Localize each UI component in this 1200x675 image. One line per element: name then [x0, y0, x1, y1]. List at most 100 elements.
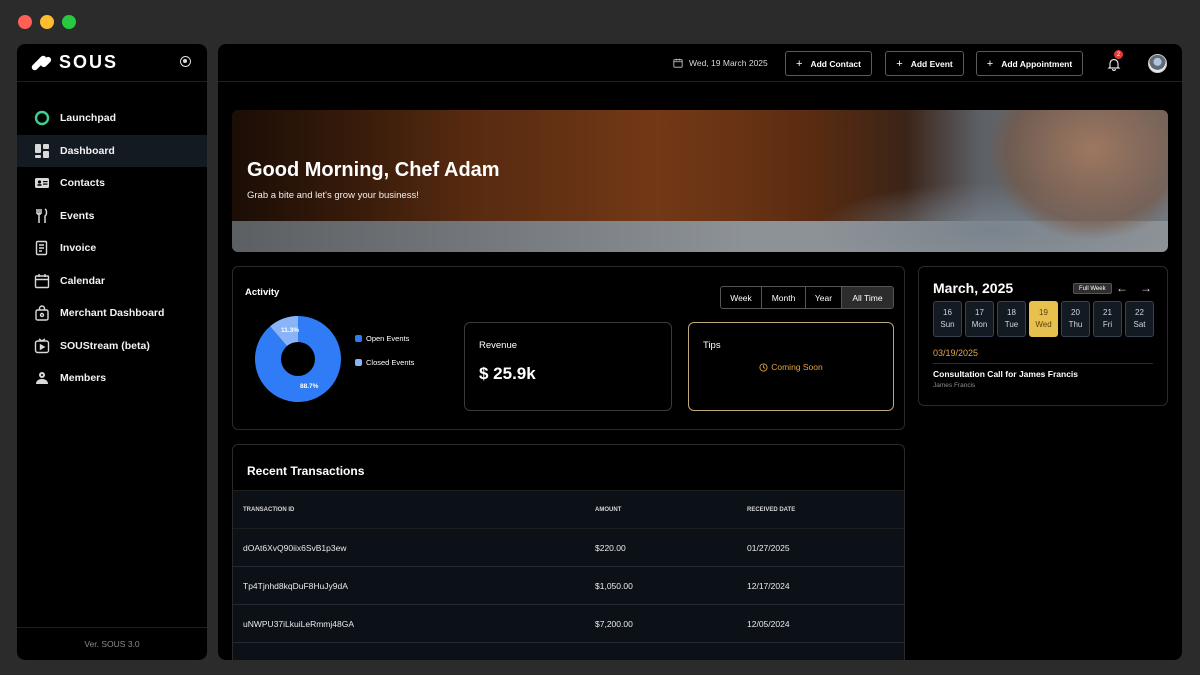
- range-week[interactable]: Week: [721, 287, 762, 308]
- hero-banner: Good Morning, Chef Adam Grab a bite and …: [232, 110, 1168, 252]
- sidebar-item-dashboard[interactable]: Dashboard: [17, 134, 207, 167]
- sidebar-item-label: SOUStream (beta): [60, 339, 150, 352]
- tips-status-text: Coming Soon: [771, 362, 823, 372]
- window-minimize-dot[interactable]: [40, 15, 54, 29]
- add-contact-label: Add Contact: [810, 58, 861, 69]
- tips-status: Coming Soon: [689, 362, 893, 372]
- stream-icon: [34, 338, 50, 354]
- legend-label-closed: Closed Events: [366, 358, 415, 367]
- date-cell: 12/05/2024: [747, 619, 790, 629]
- plus-icon: +: [986, 57, 994, 70]
- logo-row: SOUS: [17, 44, 207, 82]
- user-avatar[interactable]: [1148, 54, 1167, 73]
- add-appointment-label: Add Appointment: [1001, 58, 1073, 69]
- utensils-icon: [34, 208, 50, 224]
- main-content: Wed, 19 March 2025 + Add Contact + Add E…: [218, 44, 1182, 660]
- event-title[interactable]: Consultation Call for James Francis: [933, 369, 1078, 379]
- prev-week-arrow-icon[interactable]: ←: [1116, 281, 1128, 295]
- tips-label: Tips: [703, 340, 721, 351]
- day-22[interactable]: 22 Sat: [1125, 301, 1154, 337]
- divider: [933, 363, 1153, 364]
- app-version: Ver. SOUS 3.0: [17, 627, 207, 660]
- sidebar-item-events[interactable]: Events: [17, 200, 207, 233]
- legend-swatch-open: [355, 335, 362, 342]
- day-18[interactable]: 18 Tue: [997, 301, 1026, 337]
- sidebar-item-calendar[interactable]: Calendar: [17, 265, 207, 298]
- calendar-card: March, 2025 Full Week ← → 16 Sun 17 Mon 18…: [918, 266, 1168, 406]
- day-name: Mon: [971, 320, 988, 329]
- day-20[interactable]: 20 Thu: [1061, 301, 1090, 337]
- window-close-dot[interactable]: [18, 15, 32, 29]
- pie-label-closed: 11.3%: [281, 327, 299, 334]
- transaction-id-cell: uNWPU37iLkuiLeRmmj48GA: [243, 619, 355, 629]
- add-event-button[interactable]: + Add Event: [885, 51, 964, 76]
- sidebar-item-soustream[interactable]: SOUStream (beta): [17, 330, 207, 363]
- table-row[interactable]: dOAt6XvQ90iix6SvB1p3ew $220.00 01/27/202…: [233, 529, 904, 567]
- sidebar-item-members[interactable]: Members: [17, 362, 207, 395]
- activity-card: Activity Week Month Year All Time 11.3% …: [232, 266, 905, 430]
- table-row[interactable]: uNWPU37iLkuiLeRmmj48GA $7,200.00 12/05/2…: [233, 605, 904, 643]
- sidebar-item-label: Members: [60, 372, 107, 385]
- table-header: TRANSACTION ID AMOUNT RECEIVED DATE: [233, 490, 904, 529]
- day-16[interactable]: 16 Sun: [933, 301, 962, 337]
- sidebar-item-label: Contacts: [60, 177, 105, 190]
- table-row[interactable]: Tp4Tjnhd8kqDuF8HuJy9dA $1,050.00 12/17/2…: [233, 567, 904, 605]
- range-month[interactable]: Month: [762, 287, 806, 308]
- plus-icon: +: [796, 57, 803, 70]
- current-date-text: Wed, 19 March 2025: [689, 58, 768, 68]
- amount-cell: $1,050.00: [595, 581, 633, 591]
- day-name: Wed: [1035, 320, 1052, 329]
- current-date: Wed, 19 March 2025: [673, 58, 768, 68]
- transactions-title: Recent Transactions: [247, 464, 365, 478]
- transaction-id-cell: Tp4Tjnhd8kqDuF8HuJy9dA: [243, 581, 348, 591]
- recent-transactions-card: Recent Transactions TRANSACTION ID AMOUN…: [232, 444, 905, 660]
- window-maximize-dot[interactable]: [62, 15, 76, 29]
- sidebar-item-invoice[interactable]: Invoice: [17, 232, 207, 265]
- sidebar-item-merchant-dashboard[interactable]: Merchant Dashboard: [17, 297, 207, 330]
- sous-logo-icon: [33, 54, 51, 72]
- day-number: 16: [943, 308, 952, 317]
- table-row-partial[interactable]: [233, 643, 904, 660]
- amount-cell: $220.00: [595, 543, 626, 553]
- sidebar-toggle-icon[interactable]: [180, 56, 191, 67]
- sidebar-item-contacts[interactable]: Contacts: [17, 167, 207, 200]
- sidebar-item-label: Events: [60, 209, 95, 222]
- calendar-small-icon: [673, 58, 683, 68]
- sidebar-item-label: Dashboard: [60, 144, 115, 157]
- tips-card: Tips Coming Soon: [688, 322, 894, 411]
- event-person: James Francis: [933, 382, 976, 389]
- sidebar-item-launchpad[interactable]: Launchpad: [17, 102, 207, 135]
- range-selector: Week Month Year All Time: [720, 286, 894, 309]
- day-19-selected[interactable]: 19 Wed: [1029, 301, 1058, 337]
- day-number: 20: [1071, 308, 1080, 317]
- day-17[interactable]: 17 Mon: [965, 301, 994, 337]
- add-contact-button[interactable]: + Add Contact: [785, 51, 872, 76]
- add-appointment-button[interactable]: + Add Appointment: [976, 51, 1083, 76]
- day-name: Thu: [1068, 320, 1083, 329]
- calendar-icon: [34, 273, 50, 289]
- date-cell: 12/17/2024: [747, 581, 790, 591]
- bell-icon[interactable]: [1107, 57, 1121, 71]
- selected-date: 03/19/2025: [933, 348, 979, 358]
- legend-open-events: Open Events: [355, 334, 409, 343]
- top-bar: Wed, 19 March 2025 + Add Contact + Add E…: [218, 44, 1182, 82]
- range-year[interactable]: Year: [806, 287, 842, 308]
- legend-closed-events: Closed Events: [355, 358, 414, 367]
- members-icon: [34, 370, 50, 386]
- launchpad-ring-icon: [34, 110, 50, 126]
- day-number: 18: [1007, 308, 1016, 317]
- full-week-button[interactable]: Full Week: [1073, 283, 1112, 294]
- day-21[interactable]: 21 Fri: [1093, 301, 1122, 337]
- sidebar-item-label: Merchant Dashboard: [60, 307, 165, 320]
- clock-icon: [759, 362, 768, 372]
- sidebar-item-label: Launchpad: [60, 112, 117, 125]
- contact-card-icon: [34, 175, 50, 191]
- week-days: 16 Sun 17 Mon 18 Tue 19 Wed 20 Thu 21 Fri 22 Sa…: [933, 301, 1154, 337]
- range-all-time[interactable]: All Time: [842, 287, 893, 308]
- legend-swatch-closed: [355, 359, 362, 366]
- notification-badge: 2: [1114, 50, 1123, 59]
- date-cell: 01/27/2025: [747, 543, 790, 553]
- events-pie-chart: 11.3% 88.7%: [255, 316, 341, 402]
- column-transaction-id: TRANSACTION ID: [243, 507, 295, 513]
- next-week-arrow-icon[interactable]: →: [1140, 281, 1152, 295]
